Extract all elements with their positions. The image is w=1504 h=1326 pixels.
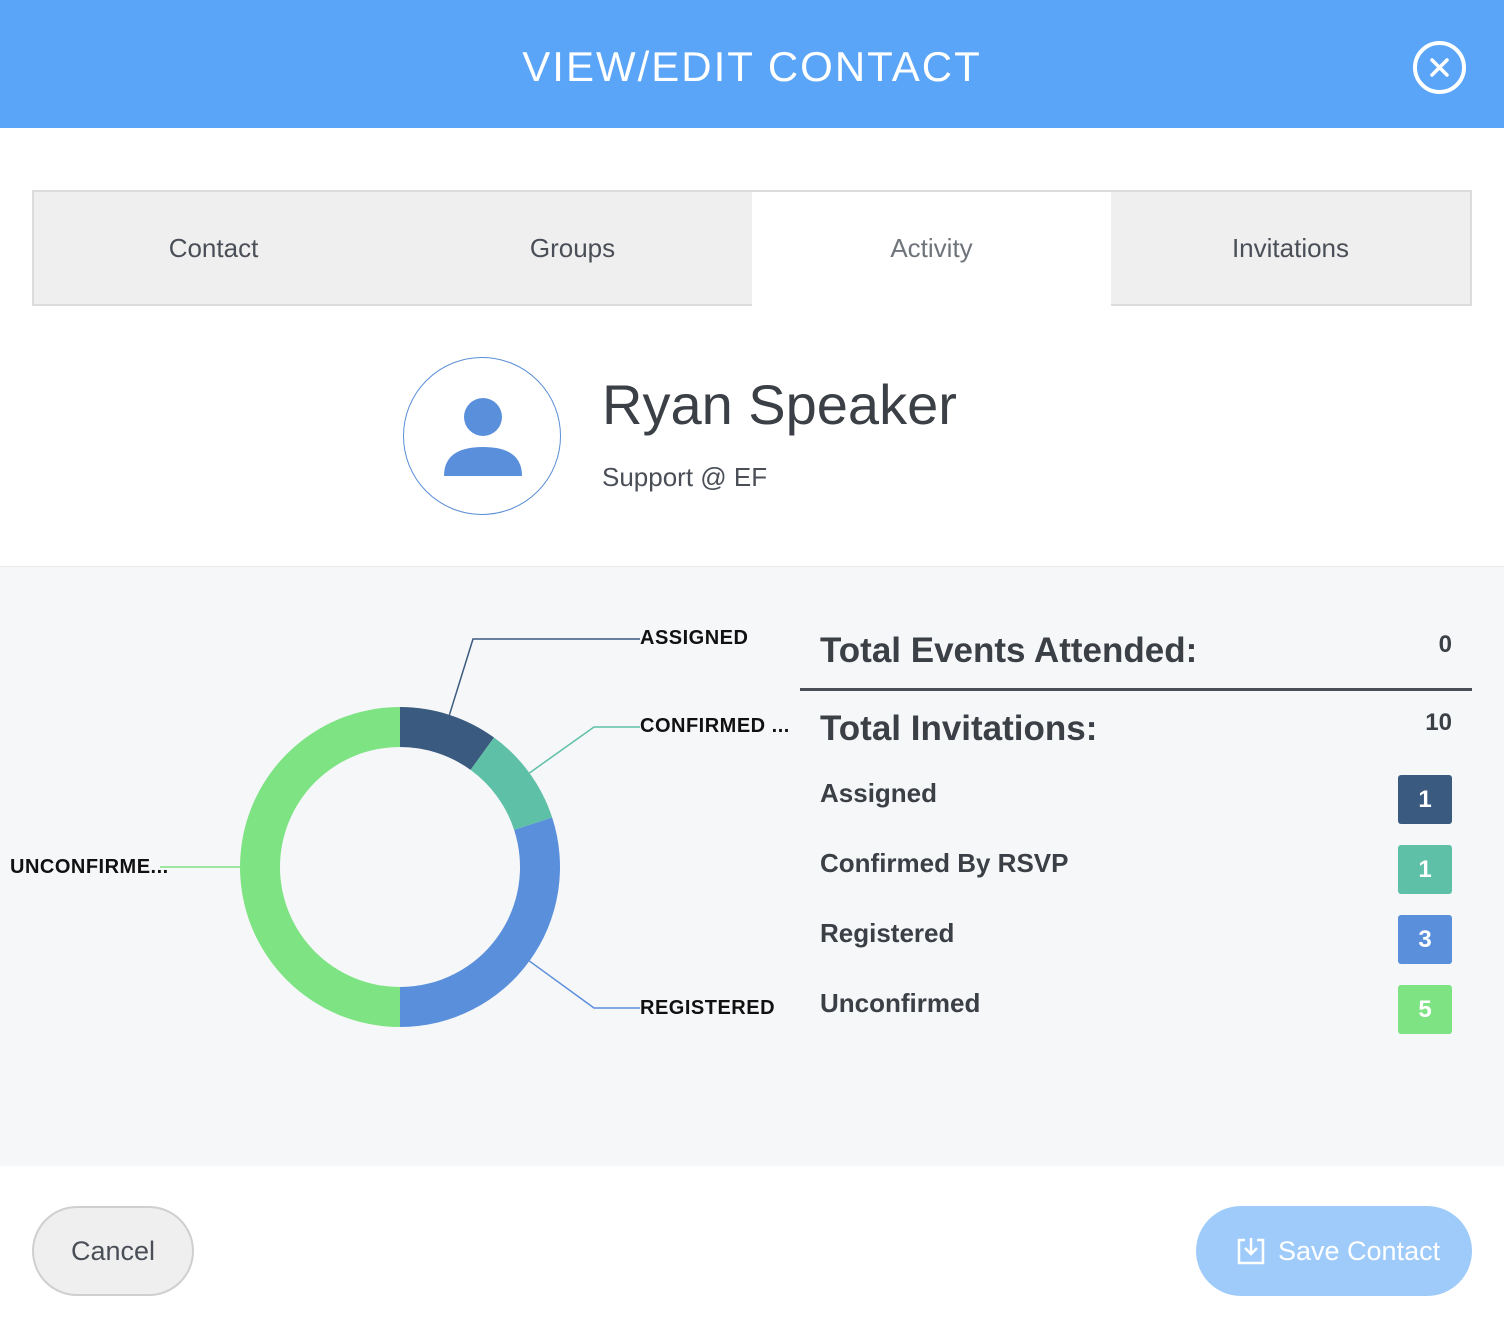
assigned-count-badge: 1 [1398, 775, 1452, 824]
unconfirmed-label: Unconfirmed [820, 988, 981, 1018]
avatar [403, 357, 561, 515]
chart-label-assigned: ASSIGNED [640, 627, 749, 649]
donut-leader-line-confirmed [529, 726, 640, 774]
contact-organization: Support @ EF [602, 462, 768, 492]
total-events-attended-value: 0 [1438, 631, 1452, 658]
chart-label-registered: REGISTERED [640, 997, 776, 1019]
tab-contact[interactable]: Contact [34, 192, 393, 304]
modal-title: VIEW/EDIT CONTACT [522, 43, 982, 90]
tab-activity[interactable]: Activity [752, 192, 1111, 306]
user-icon [444, 398, 522, 476]
registered-count-badge: 3 [1398, 915, 1452, 964]
cancel-button[interactable]: Cancel [32, 1206, 194, 1296]
save-contact-button[interactable]: Save Contact [1196, 1206, 1472, 1296]
tab-groups[interactable]: Groups [393, 192, 752, 304]
confirmed-by-rsvp-label: Confirmed By RSVP [820, 848, 1069, 878]
chart-label-confirmed: CONFIRMED ... [640, 715, 790, 737]
assigned-label: Assigned [820, 778, 938, 808]
donut-slice-unconfirmed [240, 707, 400, 1027]
modal-header: VIEW/EDIT CONTACT [0, 0, 1504, 128]
close-button[interactable] [1413, 41, 1466, 94]
total-invitations-value: 10 [1425, 709, 1452, 736]
total-events-attended-label: Total Events Attended: [820, 631, 1198, 670]
activity-stats-panel: ASSIGNED CONFIRMED ... REGISTERED UNCONF… [0, 566, 1504, 1166]
contact-name: Ryan Speaker [602, 373, 957, 436]
donut-slice-registered [400, 817, 560, 1027]
unconfirmed-count-badge: 5 [1398, 985, 1452, 1034]
donut-leader-line-assigned [448, 638, 640, 716]
chart-label-unconfirmed: UNCONFIRME... [10, 856, 169, 878]
tab-bar: Contact Groups Activity Invitations [32, 190, 1472, 306]
close-icon [1430, 58, 1449, 77]
save-icon [1237, 1238, 1265, 1265]
confirmed-count-badge: 1 [1398, 845, 1452, 894]
registered-label: Registered [820, 918, 955, 948]
donut-leader-line-registered [529, 960, 640, 1009]
save-contact-label: Save Contact [1278, 1236, 1441, 1266]
tab-invitations[interactable]: Invitations [1111, 192, 1470, 304]
total-invitations-label: Total Invitations: [820, 709, 1098, 748]
divider [800, 688, 1472, 691]
